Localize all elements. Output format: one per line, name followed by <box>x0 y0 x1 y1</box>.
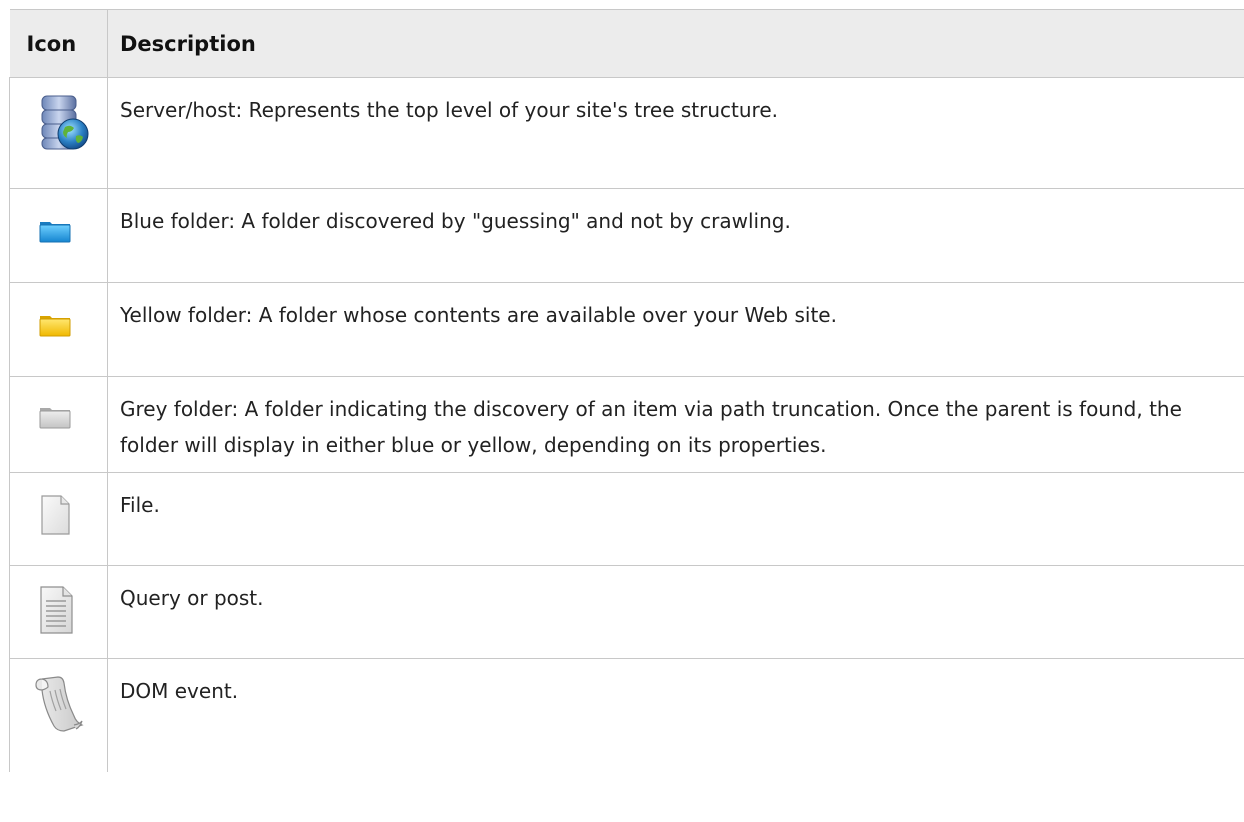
table-row: Blue folder: A folder discovered by "gue… <box>9 188 1244 283</box>
icon-legend-table: Icon Description Server/host: Represents… <box>9 9 1244 772</box>
description-column-header: Description <box>107 9 1244 78</box>
description-cell: File. <box>107 472 1244 566</box>
table-row: Grey folder: A folder indicating the dis… <box>9 376 1244 473</box>
icon-column-header: Icon <box>9 9 108 78</box>
icon-cell <box>9 188 108 283</box>
icon-cell <box>9 77 108 189</box>
icon-cell <box>9 565 108 659</box>
yellow-folder-icon <box>39 313 71 337</box>
scroll-icon <box>34 673 86 733</box>
table-row: Query or post. <box>9 565 1244 659</box>
description-cell: Query or post. <box>107 565 1244 659</box>
table-row: Server/host: Represents the top level of… <box>9 77 1244 189</box>
query-document-icon <box>39 586 73 634</box>
table-row: Yellow folder: A folder whose contents a… <box>9 282 1244 377</box>
description-cell: DOM event. <box>107 658 1244 772</box>
table-header-row: Icon Description <box>9 9 1244 78</box>
grey-folder-icon <box>39 405 71 429</box>
icon-cell <box>9 282 108 377</box>
icon-legend-table-container: Icon Description Server/host: Represents… <box>9 9 1244 772</box>
description-cell: Grey folder: A folder indicating the dis… <box>107 376 1244 473</box>
blue-folder-icon <box>39 219 71 243</box>
description-cell: Server/host: Represents the top level of… <box>107 77 1244 189</box>
file-icon <box>40 495 70 535</box>
table-row: DOM event. <box>9 658 1244 772</box>
description-cell: Blue folder: A folder discovered by "gue… <box>107 188 1244 283</box>
icon-cell <box>9 472 108 566</box>
icon-cell <box>9 658 108 772</box>
icon-cell <box>9 376 108 473</box>
server-globe-icon <box>38 94 90 152</box>
description-cell: Yellow folder: A folder whose contents a… <box>107 282 1244 377</box>
table-row: File. <box>9 472 1244 566</box>
